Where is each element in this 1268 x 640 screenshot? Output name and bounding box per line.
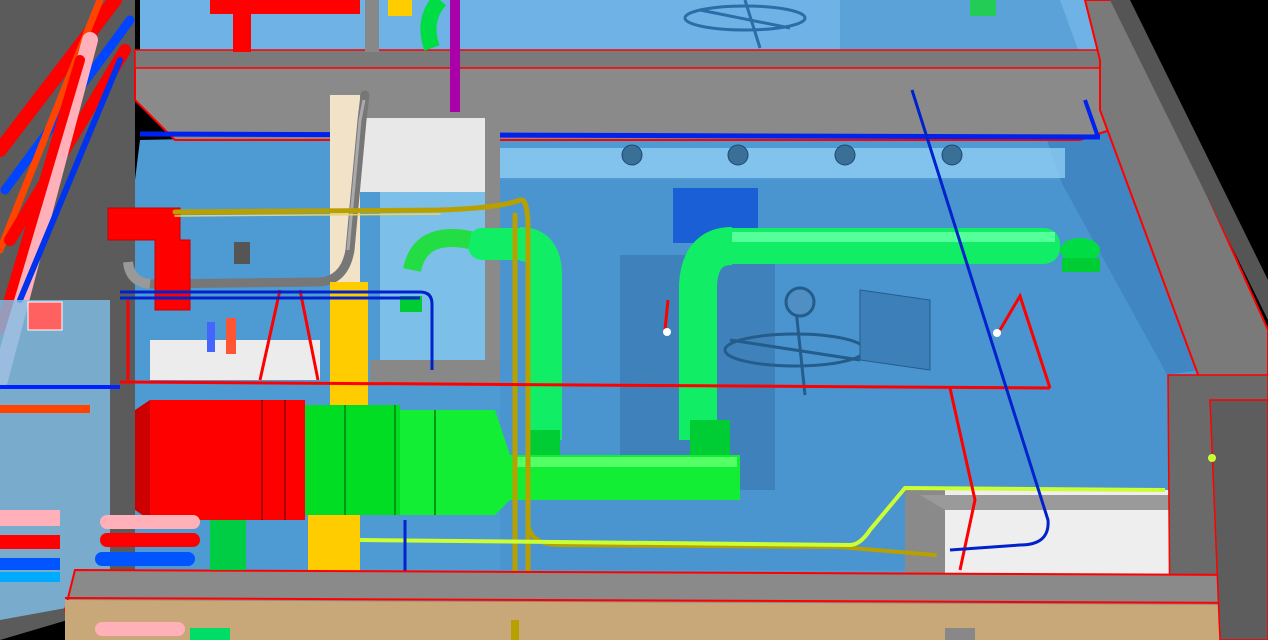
top-yellow-riser[interactable] [388,0,412,16]
top-red-riser[interactable] [233,10,251,52]
diffuser-rail [500,148,1065,178]
bottom-gas-stub [511,620,519,640]
supply-connection[interactable] [690,420,730,455]
right-edge-beam [1209,399,1268,640]
chilled-water-main[interactable] [139,131,1101,140]
top-purple-riser[interactable] [450,0,460,112]
top-green-box[interactable] [970,0,996,16]
bim-3d-viewport[interactable] [0,0,1268,640]
left-box [27,301,63,331]
upper-room-wall-right [840,0,1080,55]
top-red-duct[interactable] [210,0,360,14]
ahu-mixing-box[interactable] [135,400,305,520]
yellow-column [330,282,368,405]
equipment-slanted [859,289,931,371]
lower-floor [65,600,1268,640]
top-grey-riser[interactable] [365,0,379,52]
shaft-base [370,360,500,385]
shaft-front [360,118,485,192]
model-scene[interactable] [0,0,1268,640]
upper-slab-top-edge [134,49,1113,69]
wall-right-top [920,495,1180,510]
right-edge-marker [1208,454,1216,462]
supply-connection-left[interactable] [530,430,560,455]
yellow-column-base [308,515,360,575]
bottom-grey-block [945,628,975,640]
